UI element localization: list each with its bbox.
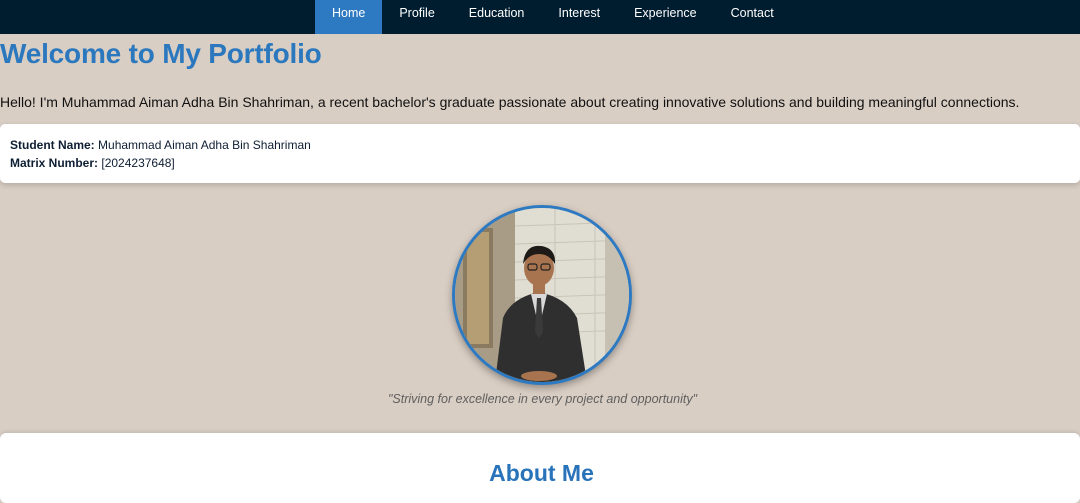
matrix-number-value: [2024237648]	[101, 156, 175, 170]
about-heading: About Me	[489, 460, 594, 486]
student-info-card: Student Name: Muhammad Aiman Adha Bin Sh…	[0, 124, 1080, 183]
nav-item-education[interactable]: Education	[452, 0, 542, 34]
student-name-value: Muhammad Aiman Adha Bin Shahriman	[98, 138, 311, 152]
nav-menu: Home Profile Education Interest Experien…	[315, 0, 791, 34]
nav-item-contact[interactable]: Contact	[714, 0, 791, 34]
matrix-number-label: Matrix Number:	[10, 156, 99, 170]
profile-photo	[452, 205, 632, 385]
student-name-row: Student Name: Muhammad Aiman Adha Bin Sh…	[10, 138, 311, 152]
top-navbar: Home Profile Education Interest Experien…	[0, 0, 1080, 34]
nav-item-profile[interactable]: Profile	[382, 0, 451, 34]
page-title: Welcome to My Portfolio	[0, 38, 322, 69]
intro-text: Hello! I'm Muhammad Aiman Adha Bin Shahr…	[0, 94, 1020, 110]
nav-item-interest[interactable]: Interest	[541, 0, 617, 34]
matrix-number-row: Matrix Number: [2024237648]	[10, 156, 175, 170]
student-name-label: Student Name:	[10, 138, 95, 152]
nav-item-experience[interactable]: Experience	[617, 0, 714, 34]
nav-item-home[interactable]: Home	[315, 0, 383, 34]
profile-quote: "Striving for excellence in every projec…	[387, 392, 698, 406]
profile-photo-image	[455, 208, 629, 382]
about-section: About Me	[0, 433, 1080, 503]
